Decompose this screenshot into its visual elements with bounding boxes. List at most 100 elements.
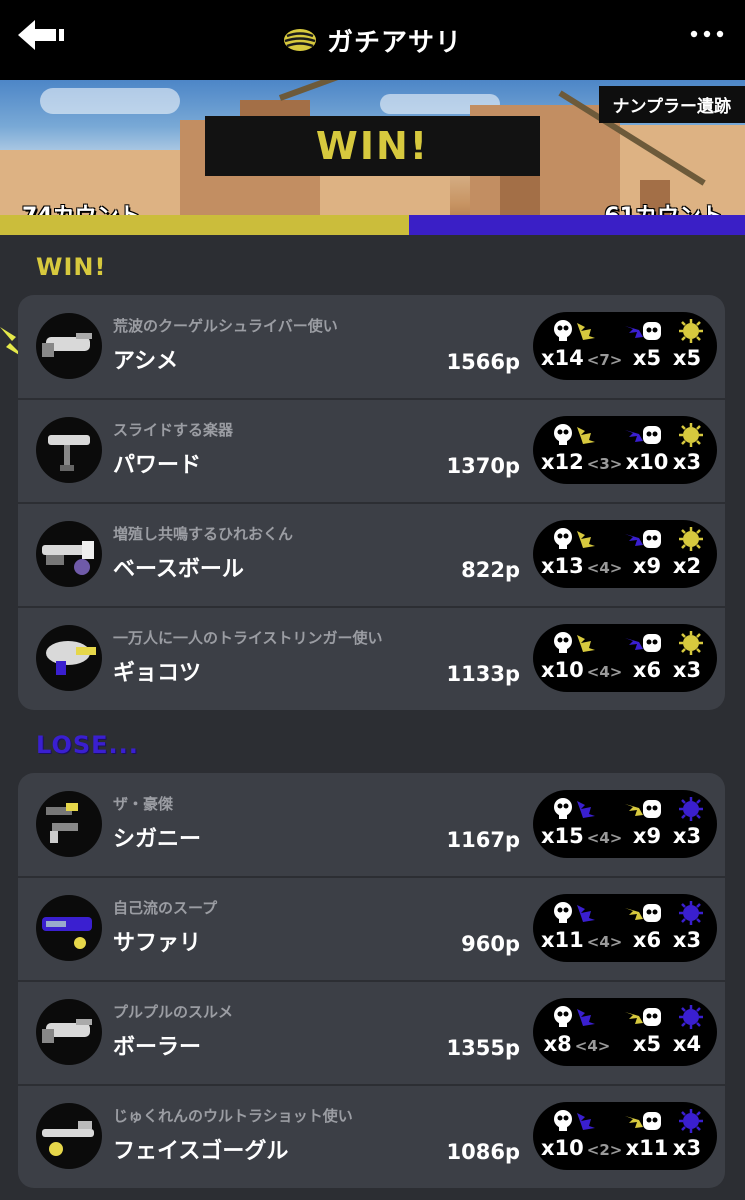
specials-stat: x4 — [661, 998, 713, 1066]
stringer-icon — [36, 1103, 102, 1169]
player-stats: x14 <7> x5 x5 — [533, 312, 717, 380]
tenta-missiles-icon — [667, 900, 715, 926]
crab-tank-icon — [667, 796, 715, 822]
player-row[interactable]: じゅくれんのウルトラショット使いフェイスゴーグル 1086p x10 <2> x11 x3 — [18, 1085, 725, 1188]
special-count: x3 — [672, 450, 702, 474]
kills-stat: x10 <2> — [541, 1102, 622, 1170]
splat-icon — [551, 630, 599, 656]
splat-icon — [551, 796, 599, 822]
player-row[interactable]: 一万人に一人のトライストリンガー使い ギョコツ 1133p x10 <4> x6 x3 — [18, 607, 725, 710]
my-team-score-bar — [0, 215, 409, 235]
specials-stat: x3 — [661, 894, 713, 962]
splash-bomb-icon — [667, 526, 715, 552]
player-row[interactable]: プルプルのスルメボーラー 1355p x8 <4> x5 x4 — [18, 981, 725, 1086]
player-nickname: 増殖し共鳴するひれおくん — [113, 525, 294, 543]
player-nickname: プルプルのスルメ — [113, 1003, 234, 1021]
player-points: 1167p — [446, 828, 520, 852]
player-name: パワード — [113, 453, 202, 478]
ultra-stamp-icon — [667, 1108, 715, 1134]
enemy-team-score-bar — [409, 215, 745, 235]
lose-team-panel: ザ・豪傑 シガニー 1167p x15 <4> x9 x3 自己流のスープ サファリ 960p x1… — [18, 773, 725, 1188]
trombone-roller-icon — [36, 417, 102, 483]
torpedo-icon — [667, 630, 715, 656]
splat-icon — [551, 526, 599, 552]
player-row[interactable]: 増殖し共鳴するひれおくん ベースボール 822p x13 <4> x9 x2 — [18, 503, 725, 608]
player-points: 960p — [461, 932, 520, 956]
specials-stat: x2 — [661, 520, 713, 588]
player-stats: x10 <2> x11 x3 — [533, 1102, 717, 1170]
special-count: x5 — [672, 346, 702, 370]
kills-stat: x8 <4> — [541, 998, 613, 1066]
win-section-title: WIN! — [36, 253, 107, 281]
player-name: ボーラー — [113, 1035, 202, 1060]
player-row[interactable]: 自己流のスープ サファリ 960p x11 <4> x6 x3 — [18, 877, 725, 982]
player-points: 1133p — [446, 662, 520, 686]
player-points: 1566p — [446, 350, 520, 374]
player-points: 822p — [461, 558, 520, 582]
stage-banner: ナンプラー遺跡 WIN! 74カウント 61カウント — [0, 80, 745, 235]
kills-stat: x15 <4> — [541, 790, 622, 858]
player-nickname: 自己流のスープ — [113, 899, 218, 917]
special-count: x4 — [672, 1032, 702, 1056]
dualies-icon — [36, 791, 102, 857]
specials-stat: x3 — [661, 790, 713, 858]
player-row[interactable]: スライドする楽器パワード 1370p x12 <3> x10 x3 — [18, 399, 725, 504]
player-nickname: 荒波のクーゲルシュライバー使い — [113, 317, 338, 335]
player-name: シガニー — [113, 827, 202, 852]
kill-count: x10 — [541, 1136, 584, 1160]
booyah-bomb-icon — [667, 422, 715, 448]
special-count: x3 — [672, 1136, 702, 1160]
spinner-icon — [36, 895, 102, 961]
inkjet-icon — [667, 1004, 715, 1030]
player-stats: x13 <4> x9 x2 — [533, 520, 717, 588]
specials-stat: x3 — [661, 624, 713, 692]
player-points: 1355p — [446, 1036, 520, 1060]
clam-icon — [283, 29, 316, 51]
kill-count: x15 — [541, 824, 584, 848]
title-area: ガチアサリ — [0, 0, 745, 80]
kill-count: x13 — [541, 554, 584, 578]
kugelschreiber-icon — [36, 313, 102, 379]
inkjet-icon — [667, 318, 715, 344]
more-dots-icon[interactable] — [689, 26, 725, 42]
win-team-panel: 荒波のクーゲルシュライバー使い アシメ 1566p x14 <7> x5 x5 スライドする楽… — [18, 295, 725, 710]
top-bar: ガチアサリ — [0, 0, 745, 80]
player-stats: x15 <4> x9 x3 — [533, 790, 717, 858]
player-points: 1086p — [446, 1140, 520, 1164]
kills-stat: x13 <4> — [541, 520, 622, 588]
result-banner: WIN! — [205, 116, 540, 176]
player-name: アシメ — [113, 349, 179, 374]
kills-stat: x12 <3> — [541, 416, 622, 484]
player-nickname: じゅくれんのウルトラショット使い — [113, 1107, 353, 1125]
specials-stat: x3 — [661, 1102, 713, 1170]
charger-icon — [36, 521, 102, 587]
splat-icon — [551, 1004, 599, 1030]
player-stats: x12 <3> x10 x3 — [533, 416, 717, 484]
player-row[interactable]: ザ・豪傑 シガニー 1167p x15 <4> x9 x3 — [18, 773, 725, 878]
splat-icon — [551, 1108, 599, 1134]
specials-stat: x3 — [661, 416, 713, 484]
blaster-icon — [36, 625, 102, 691]
specials-stat: x5 — [661, 312, 713, 380]
kill-count: x8 — [543, 1032, 572, 1056]
kill-count: x12 — [541, 450, 584, 474]
special-count: x3 — [672, 824, 702, 848]
kill-count: x11 — [541, 928, 584, 952]
kugelschreiber-icon — [36, 999, 102, 1065]
page-title: ガチアサリ — [326, 27, 462, 58]
player-name: フェイスゴーグル — [113, 1139, 289, 1164]
player-stats: x8 <4> x5 x4 — [533, 998, 717, 1066]
splat-icon — [551, 422, 599, 448]
special-count: x2 — [672, 554, 702, 578]
kill-count: x10 — [541, 658, 584, 682]
player-nickname: スライドする楽器 — [113, 421, 234, 439]
player-points: 1370p — [446, 454, 520, 478]
player-name: サファリ — [113, 931, 202, 956]
kills-stat: x14 <7> — [541, 312, 622, 380]
special-count: x3 — [672, 928, 702, 952]
splat-icon — [551, 318, 599, 344]
assist-count: <4> — [574, 1037, 611, 1055]
special-count: x3 — [672, 658, 702, 682]
player-row[interactable]: 荒波のクーゲルシュライバー使い アシメ 1566p x14 <7> x5 x5 — [18, 295, 725, 400]
kill-count: x14 — [541, 346, 584, 370]
